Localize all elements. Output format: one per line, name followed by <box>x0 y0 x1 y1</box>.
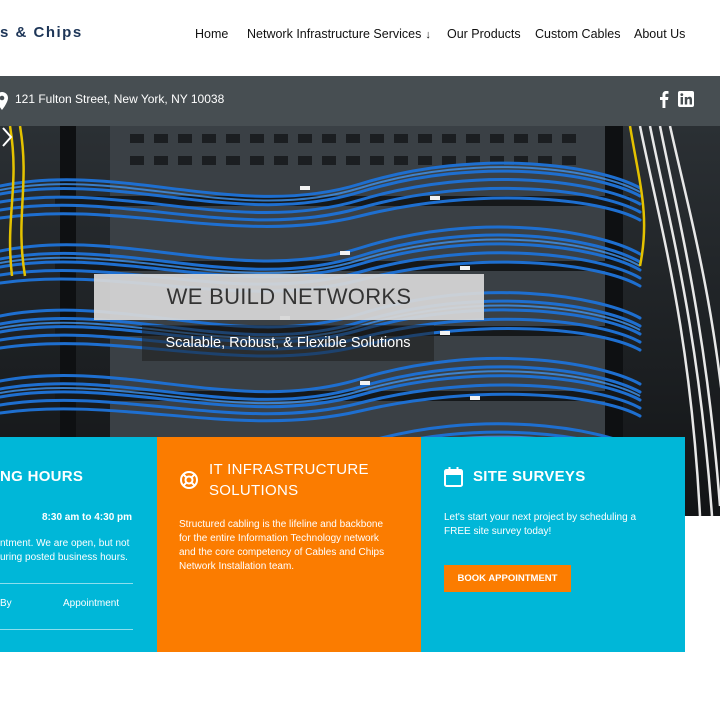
arrow-down-icon: ↓ <box>425 29 431 41</box>
site-surveys-card: SITE SURVEYS Let's start your next proje… <box>421 437 685 652</box>
nav-network-infrastructure-services[interactable]: Network Infrastructure Services ↓ <box>247 27 431 41</box>
nav-custom-cables[interactable]: Custom Cables <box>535 27 620 41</box>
nav-about-label: About Us <box>634 27 686 41</box>
it-text-line-4: Network Installation team. <box>179 561 295 572</box>
it-text-line-1: Structured cabling is the lifeline and b… <box>179 519 384 530</box>
it-infrastructure-card: IT INFRASTRUCTURE SOLUTIONS Structured c… <box>157 437 421 652</box>
address-text: 121 Fulton Street, New York, NY 10038 <box>15 92 225 106</box>
site-logo[interactable]: s & Chips <box>0 24 83 41</box>
nav-home[interactable]: Home <box>195 27 228 41</box>
nav-cables-label: Custom Cables <box>535 27 621 41</box>
hero-title: WE BUILD NETWORKS <box>166 284 412 309</box>
it-text-line-2: for the entire Information Technology ne… <box>179 533 379 544</box>
linkedin-icon[interactable] <box>677 90 695 108</box>
surveys-text-line-1: Let's start your next project by schedul… <box>444 512 637 523</box>
nav-network-label: Network Infrastructure Services <box>247 27 422 41</box>
nav-about-us[interactable]: About Us <box>634 27 685 41</box>
hours-time: 8:30 am to 4:30 pm <box>42 512 133 523</box>
it-card-title-line-1: IT INFRASTRUCTURE <box>209 461 369 478</box>
hours-footer-left: By <box>0 598 12 609</box>
nav-products-label: Our Products <box>447 27 521 41</box>
hours-card: NG HOURS 8:30 am to 4:30 pm ntment. We a… <box>0 437 157 652</box>
hours-divider-top <box>0 583 133 584</box>
hours-text-line-1: ntment. We are open, but not <box>0 538 130 549</box>
nav-home-label: Home <box>195 27 229 41</box>
hero-subtitle: Scalable, Robust, & Flexible Solutions <box>165 335 411 351</box>
location-pin-icon <box>0 92 8 110</box>
hours-divider-bottom <box>0 629 133 630</box>
info-bar: 121 Fulton Street, New York, NY 10038 <box>0 76 720 126</box>
nav-our-products[interactable]: Our Products <box>447 27 521 41</box>
it-card-title-line-2: SOLUTIONS <box>209 482 299 499</box>
hours-card-title: NG HOURS <box>0 468 84 485</box>
calendar-icon <box>444 467 463 487</box>
hero-subtitle-box: Scalable, Robust, & Flexible Solutions <box>142 325 434 361</box>
site-header: s & Chips Home Network Infrastructure Se… <box>0 0 720 76</box>
facebook-icon[interactable] <box>655 90 673 108</box>
hours-text-line-2: uring posted business hours. <box>0 552 128 563</box>
it-text-line-3: and the core competency of Cables and Ch… <box>179 547 385 558</box>
surveys-text-line-2: FREE site survey today! <box>444 526 552 537</box>
hours-footer-right: Appointment <box>63 598 120 609</box>
chevron-right-icon[interactable] <box>0 126 14 148</box>
hero-title-box: WE BUILD NETWORKS <box>94 274 484 320</box>
book-appointment-button[interactable]: BOOK APPOINTMENT <box>444 565 571 592</box>
lifebuoy-icon <box>180 471 198 489</box>
surveys-card-title: SITE SURVEYS <box>473 468 586 485</box>
